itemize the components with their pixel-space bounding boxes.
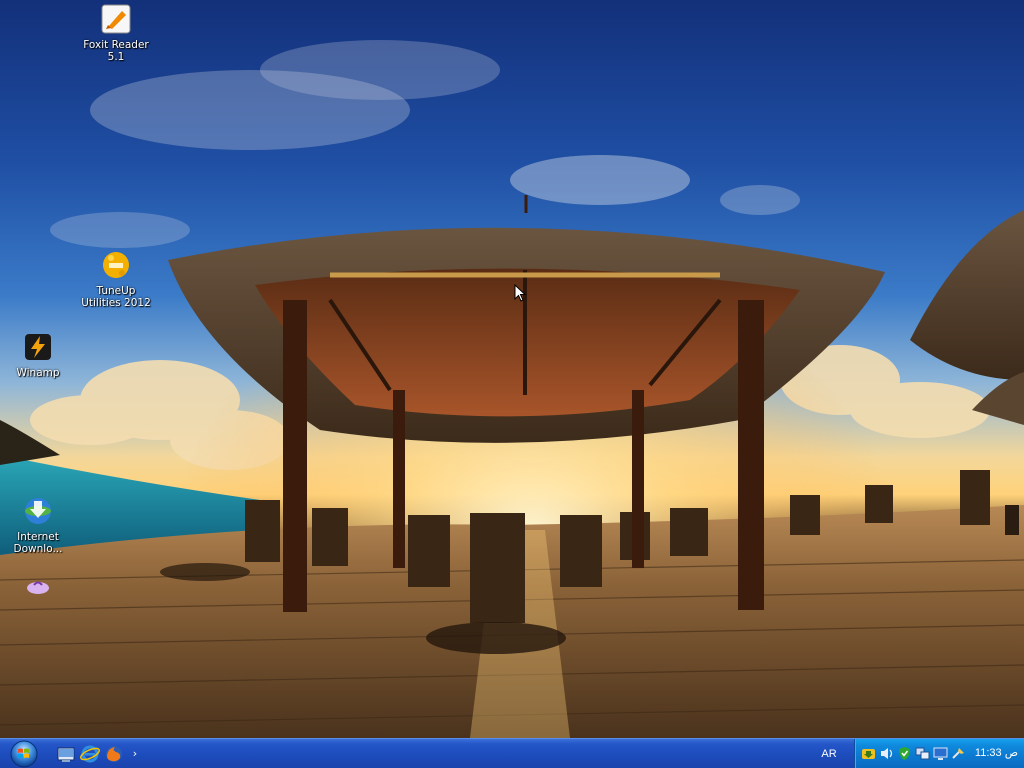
unknown-shortcut-icon — [22, 576, 54, 596]
internet-download-manager-icon — [22, 495, 54, 527]
system-tray: 11:33 ص — [854, 739, 1024, 768]
start-button[interactable] — [7, 740, 41, 768]
internet-explorer-icon[interactable] — [80, 744, 100, 764]
desktop-icon-winamp[interactable]: Winamp — [0, 331, 76, 379]
volume-icon[interactable] — [879, 746, 894, 761]
desktop-wallpaper — [0, 0, 1024, 738]
desktop-icon-label: Internet Downlo... — [13, 531, 63, 555]
quick-launch-bar: › — [56, 744, 142, 764]
tuneup-utilities-icon — [100, 249, 132, 281]
desktop-icon-label: Foxit Reader 5.1 — [83, 39, 149, 63]
winamp-icon — [22, 331, 54, 363]
security-shield-icon[interactable] — [897, 746, 912, 761]
mouse-cursor-icon — [514, 283, 527, 306]
display-icon[interactable] — [933, 746, 948, 761]
foxit-reader-icon — [100, 3, 132, 35]
firefox-icon[interactable] — [104, 744, 124, 764]
desktop-icon-label: Winamp — [16, 367, 60, 379]
hardware-icon[interactable] — [951, 746, 966, 761]
network-icon[interactable] — [915, 746, 930, 761]
language-indicator[interactable]: AR — [812, 745, 846, 763]
windows-start-orb-icon — [10, 740, 38, 768]
beach-hut-wallpaper-image — [0, 0, 1024, 738]
taskbar: › AR 11:33 ص — [0, 738, 1024, 768]
desktop-icon-foxit-reader[interactable]: Foxit Reader 5.1 — [78, 3, 154, 63]
show-desktop-icon[interactable] — [56, 744, 76, 764]
taskbar-clock[interactable]: 11:33 ص — [975, 746, 1018, 759]
desktop-icon-shortcut[interactable] — [0, 576, 76, 600]
desktop-icon-tuneup-utilities[interactable]: TuneUp Utilities 2012 — [78, 249, 154, 309]
quick-launch-expand-button[interactable]: › — [128, 744, 142, 764]
desktop-icon-label: TuneUp Utilities 2012 — [81, 285, 151, 309]
idm-tray-icon[interactable] — [861, 746, 876, 761]
desktop-icon-internet-download-manager[interactable]: Internet Downlo... — [0, 495, 76, 555]
